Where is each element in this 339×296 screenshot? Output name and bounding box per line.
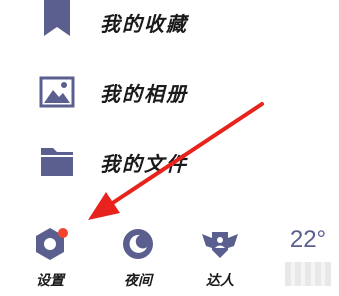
blurred-label	[285, 262, 331, 286]
menu-item-label: 我的文件	[100, 152, 188, 176]
expert-label: 达人	[206, 273, 234, 289]
winged-badge-icon	[198, 224, 242, 264]
notification-dot	[58, 228, 68, 238]
menu-item-files[interactable]: 我的文件	[0, 136, 339, 196]
settings-hex-icon	[30, 224, 70, 264]
menu-item-label: 我的收藏	[100, 12, 188, 36]
settings-button[interactable]: 设置	[20, 224, 80, 294]
night-mode-label: 夜间	[124, 273, 152, 289]
settings-label: 设置	[36, 273, 64, 289]
expert-button[interactable]: 达人	[190, 224, 250, 294]
moon-icon	[118, 224, 158, 264]
weather-temperature: 22°	[289, 226, 327, 253]
bookmark-icon	[38, 0, 76, 40]
menu-item-album[interactable]: 我的相册	[0, 68, 339, 128]
image-icon	[38, 74, 76, 114]
menu-item-label: 我的相册	[100, 82, 188, 106]
night-mode-button[interactable]: 夜间	[108, 224, 168, 294]
folder-icon	[38, 142, 76, 182]
menu-item-favorites[interactable]: 我的收藏	[0, 0, 339, 60]
